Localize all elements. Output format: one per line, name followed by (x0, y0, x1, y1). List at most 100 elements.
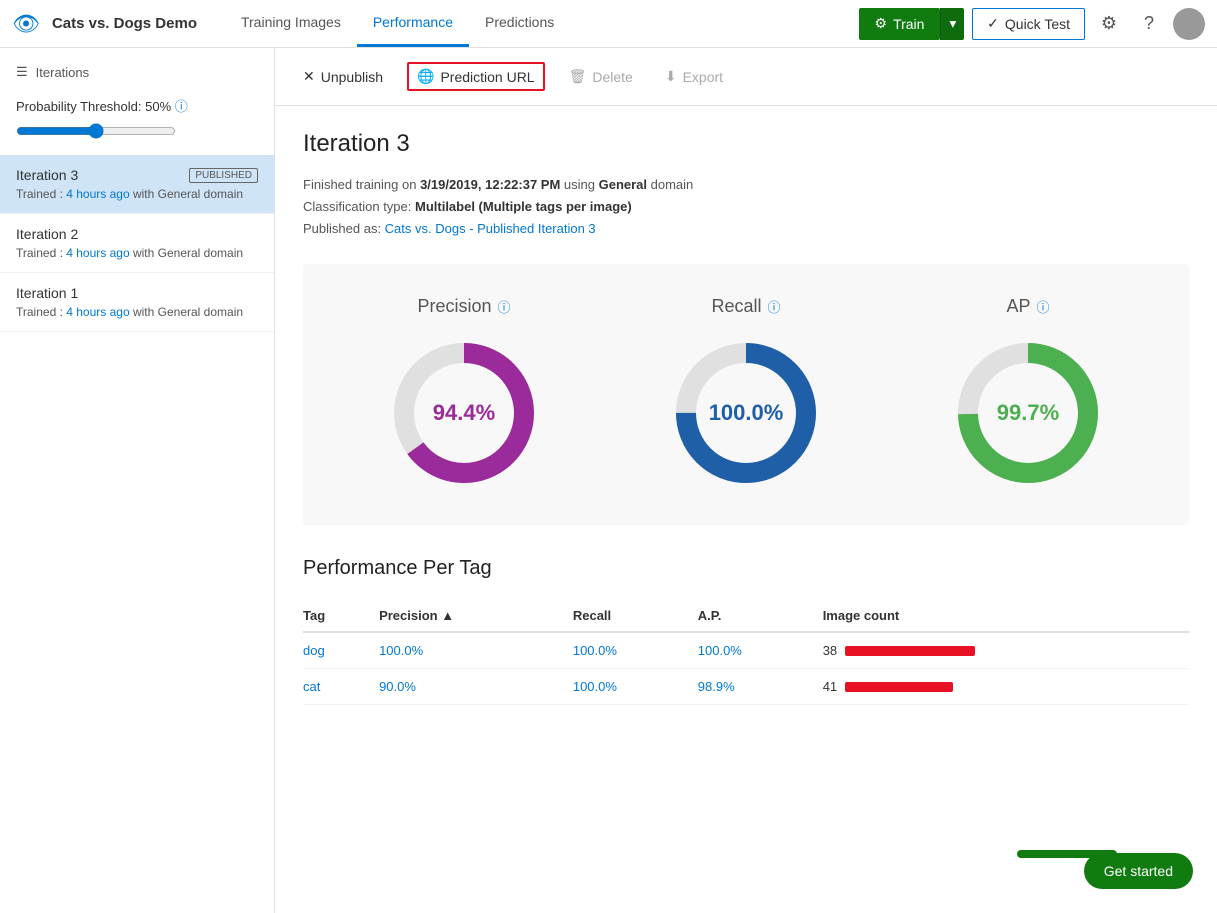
export-label: Export (683, 69, 723, 85)
recall-donut: 100.0% (666, 333, 826, 493)
published-as-link[interactable]: Cats vs. Dogs - Published Iteration 3 (385, 221, 596, 236)
metrics-container: Precision ⓘ 94.4% Recall (303, 264, 1189, 525)
export-button[interactable]: ⬇ Export (657, 64, 731, 89)
get-started-button[interactable]: Get started (1084, 853, 1193, 889)
iteration-2-meta: Trained : 4 hours ago with General domai… (16, 246, 258, 260)
tag-cat: cat (303, 669, 379, 705)
train-gear-icon: ⚙ (875, 15, 888, 32)
ap-info-icon[interactable]: ⓘ (1037, 297, 1050, 316)
info-line-1: Finished training on 3/19/2019, 12:22:37… (303, 174, 1189, 196)
sidebar: ☰ Iterations Probability Threshold: 50% … (0, 48, 275, 913)
prediction-url-label: Prediction URL (440, 69, 534, 85)
probability-slider[interactable] (16, 123, 176, 139)
delete-trash-icon: 🗑 (569, 68, 587, 85)
iteration-2-name: Iteration 2 (16, 226, 78, 242)
recall-info-icon[interactable]: ⓘ (768, 297, 781, 316)
sort-asc-icon: ▲ (441, 608, 454, 623)
tag-dog: dog (303, 632, 379, 669)
classification-type: Multilabel (Multiple tags per image) (415, 199, 632, 214)
dog-link[interactable]: dog (303, 643, 325, 658)
unpublish-x-icon: ✕ (303, 68, 315, 85)
col-ap: A.P. (698, 600, 823, 632)
prob-threshold-label: Probability Threshold: 50% ⓘ (16, 96, 258, 115)
delete-button[interactable]: 🗑 Delete (561, 64, 641, 89)
header-right: ⚙ Train ▾ ✓ Quick Test ⚙ ? (859, 8, 1206, 40)
quick-test-label: Quick Test (1005, 16, 1070, 32)
image-count-cat: 41 (823, 669, 1189, 705)
table-header-row: Tag Precision ▲ Recall A.P. Image count (303, 600, 1189, 632)
per-tag-table: Tag Precision ▲ Recall A.P. Image count … (303, 600, 1189, 705)
table-row-dog: dog 100.0% 100.0% 100.0% 38 (303, 632, 1189, 669)
train-dropdown-button[interactable]: ▾ (940, 8, 964, 40)
iteration-1-name: Iteration 1 (16, 285, 78, 301)
iteration-1-header: Iteration 1 (16, 285, 258, 301)
recall-value: 100.0% (709, 400, 784, 426)
precision-info-icon[interactable]: ⓘ (498, 297, 511, 316)
content-panel: ✕ Unpublish 🌐 Prediction URL 🗑 Delete ⬇ … (275, 48, 1217, 913)
prob-info-icon[interactable]: ⓘ (175, 99, 188, 114)
settings-button[interactable]: ⚙ (1093, 8, 1125, 40)
tab-predictions[interactable]: Predictions (469, 0, 570, 47)
ap-donut: 99.7% (948, 333, 1108, 493)
export-icon: ⬇ (665, 68, 677, 85)
iteration-1-time-link[interactable]: 4 hours ago (66, 305, 129, 319)
iteration-3-name: Iteration 3 (16, 167, 78, 183)
header: 👁 Cats vs. Dogs Demo Training Images Per… (0, 0, 1217, 48)
ap-value: 99.7% (997, 400, 1059, 426)
info-line-2: Classification type: Multilabel (Multipl… (303, 196, 1189, 218)
content-area: Iteration 3 Finished training on 3/19/20… (275, 106, 1217, 729)
quick-test-button[interactable]: ✓ Quick Test (972, 8, 1085, 40)
iteration-item-1[interactable]: Iteration 1 Trained : 4 hours ago with G… (0, 273, 274, 332)
precision-value: 94.4% (433, 400, 495, 426)
iterations-section: ☰ Iterations (0, 64, 274, 88)
nav-tabs: Training Images Performance Predictions (225, 0, 851, 47)
recall-card: Recall ⓘ 100.0% (666, 296, 826, 493)
avatar (1173, 8, 1205, 40)
prob-threshold-section: Probability Threshold: 50% ⓘ (0, 88, 274, 155)
iterations-icon: ☰ (16, 64, 28, 80)
col-image-count: Image count (823, 600, 1189, 632)
train-button[interactable]: ⚙ Train (859, 8, 941, 40)
get-started-label: Get started (1104, 863, 1173, 879)
ap-card: AP ⓘ 99.7% (948, 296, 1108, 493)
recall-dog: 100.0% (573, 632, 698, 669)
precision-dog: 100.0% (379, 632, 573, 669)
col-recall: Recall (573, 600, 698, 632)
delete-label: Delete (592, 69, 632, 85)
iteration-3-time-link[interactable]: 4 hours ago (66, 187, 129, 201)
unpublish-button[interactable]: ✕ Unpublish (295, 64, 391, 89)
bar-dog (845, 646, 975, 656)
bar-cat (845, 682, 953, 692)
precision-label: Precision ⓘ (417, 296, 510, 317)
published-badge: PUBLISHED (189, 168, 258, 183)
tab-performance[interactable]: Performance (357, 0, 469, 47)
col-precision[interactable]: Precision ▲ (379, 600, 573, 632)
iteration-1-meta: Trained : 4 hours ago with General domai… (16, 305, 258, 319)
iteration-item-2[interactable]: Iteration 2 Trained : 4 hours ago with G… (0, 214, 274, 273)
logo-icon: 👁 (12, 11, 40, 37)
domain-name: General (599, 177, 647, 192)
iteration-item-3[interactable]: Iteration 3 PUBLISHED Trained : 4 hours … (0, 155, 274, 214)
precision-card: Precision ⓘ 94.4% (384, 296, 544, 493)
train-label: Train (893, 16, 924, 32)
iteration-3-meta: Trained : 4 hours ago with General domai… (16, 187, 258, 201)
help-button[interactable]: ? (1133, 8, 1165, 40)
toolbar: ✕ Unpublish 🌐 Prediction URL 🗑 Delete ⬇ … (275, 48, 1217, 106)
recall-label: Recall ⓘ (711, 296, 780, 317)
check-icon: ✓ (987, 15, 999, 32)
col-tag: Tag (303, 600, 379, 632)
iteration-2-time-link[interactable]: 4 hours ago (66, 246, 129, 260)
info-line-3: Published as: Cats vs. Dogs - Published … (303, 218, 1189, 240)
ap-dog: 100.0% (698, 632, 823, 669)
main-layout: ☰ Iterations Probability Threshold: 50% … (0, 48, 1217, 913)
bar-cell-dog: 38 (823, 643, 1177, 658)
ap-cat: 98.9% (698, 669, 823, 705)
iterations-label: Iterations (36, 65, 89, 80)
iteration-title: Iteration 3 (303, 130, 1189, 158)
cat-link[interactable]: cat (303, 679, 320, 694)
prediction-url-button[interactable]: 🌐 Prediction URL (407, 62, 545, 91)
tab-training-images[interactable]: Training Images (225, 0, 357, 47)
iteration-2-header: Iteration 2 (16, 226, 258, 242)
recall-cat: 100.0% (573, 669, 698, 705)
slider-container (16, 123, 258, 139)
